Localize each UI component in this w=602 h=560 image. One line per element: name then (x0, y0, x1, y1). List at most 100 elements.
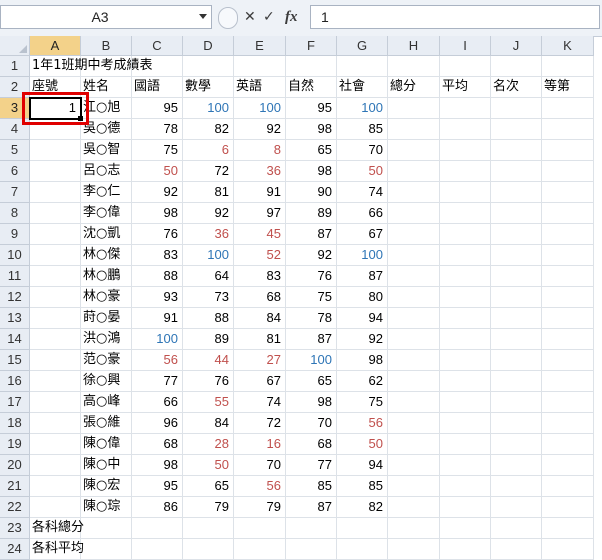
grid-cell[interactable] (286, 518, 337, 539)
grid-cell[interactable] (30, 497, 81, 518)
score-cell[interactable]: 64 (183, 266, 234, 287)
score-cell[interactable]: 100 (286, 350, 337, 371)
row-header-12[interactable]: 12 (0, 287, 30, 308)
score-cell[interactable]: 95 (132, 98, 183, 119)
student-name[interactable]: 張○維 (81, 413, 132, 434)
score-cell[interactable]: 92 (337, 329, 388, 350)
score-cell[interactable]: 50 (183, 455, 234, 476)
grid-cell[interactable] (491, 287, 542, 308)
grid-cell[interactable] (30, 329, 81, 350)
sheet-title[interactable]: 1年1班期中考成績表 (30, 56, 153, 77)
student-name[interactable]: 陳○琮 (81, 497, 132, 518)
score-cell[interactable]: 66 (132, 392, 183, 413)
grid-cell[interactable] (440, 287, 491, 308)
grid-cell[interactable] (542, 497, 594, 518)
grid-cell[interactable] (542, 371, 594, 392)
score-cell[interactable]: 84 (183, 413, 234, 434)
student-name[interactable]: 李○偉 (81, 203, 132, 224)
score-cell[interactable]: 84 (234, 308, 286, 329)
grid-cell[interactable] (542, 287, 594, 308)
score-cell[interactable]: 91 (234, 182, 286, 203)
student-name[interactable]: 徐○興 (81, 371, 132, 392)
column-header-k[interactable]: K (542, 36, 594, 56)
score-cell[interactable]: 74 (234, 392, 286, 413)
row-header-10[interactable]: 10 (0, 245, 30, 266)
score-cell[interactable]: 28 (183, 434, 234, 455)
grid-cell[interactable] (388, 203, 440, 224)
score-cell[interactable]: 98 (132, 203, 183, 224)
row-header-22[interactable]: 22 (0, 497, 30, 518)
grid-cell[interactable] (491, 413, 542, 434)
column-header-b[interactable]: B (81, 36, 132, 56)
student-name[interactable]: 李○仁 (81, 182, 132, 203)
score-cell[interactable]: 88 (132, 266, 183, 287)
row-header-9[interactable]: 9 (0, 224, 30, 245)
score-cell[interactable]: 82 (337, 497, 388, 518)
grid-cell[interactable] (388, 497, 440, 518)
score-cell[interactable]: 68 (132, 434, 183, 455)
grid-cell[interactable] (542, 518, 594, 539)
footer-total-label[interactable]: 各科總分 (30, 518, 84, 539)
student-name[interactable]: 陳○中 (81, 455, 132, 476)
grid-cell[interactable] (491, 392, 542, 413)
student-name[interactable]: 高○峰 (81, 392, 132, 413)
score-cell[interactable]: 75 (286, 287, 337, 308)
grid-cell[interactable] (542, 203, 594, 224)
grid-cell[interactable] (30, 287, 81, 308)
grid-cell[interactable] (132, 56, 183, 77)
score-cell[interactable]: 72 (234, 413, 286, 434)
score-cell[interactable]: 83 (132, 245, 183, 266)
grid-cell[interactable] (542, 56, 594, 77)
score-cell[interactable]: 87 (286, 497, 337, 518)
score-cell[interactable]: 36 (234, 161, 286, 182)
grid-cell[interactable] (491, 539, 542, 560)
column-heading[interactable]: 名次 (491, 77, 542, 98)
grid-cell[interactable] (491, 266, 542, 287)
grid-cell[interactable] (440, 350, 491, 371)
row-header-15[interactable]: 15 (0, 350, 30, 371)
score-cell[interactable]: 88 (183, 308, 234, 329)
grid-cell[interactable] (491, 140, 542, 161)
score-cell[interactable]: 94 (337, 308, 388, 329)
grid-cell[interactable] (81, 56, 132, 77)
grid-cell[interactable] (542, 98, 594, 119)
student-name[interactable]: 范○豪 (81, 350, 132, 371)
score-cell[interactable]: 82 (183, 119, 234, 140)
student-name[interactable]: 洪○鴻 (81, 329, 132, 350)
grid-cell[interactable] (132, 539, 183, 560)
score-cell[interactable]: 79 (234, 497, 286, 518)
column-heading[interactable]: 英語 (234, 77, 286, 98)
grid-cell[interactable] (440, 539, 491, 560)
score-cell[interactable]: 85 (337, 119, 388, 140)
score-cell[interactable]: 62 (337, 371, 388, 392)
score-cell[interactable]: 98 (286, 119, 337, 140)
score-cell[interactable]: 80 (337, 287, 388, 308)
grid-cell[interactable] (491, 119, 542, 140)
grid-cell[interactable] (440, 329, 491, 350)
score-cell[interactable]: 95 (132, 476, 183, 497)
student-name[interactable]: 呂○志 (81, 161, 132, 182)
column-header-a[interactable]: A (30, 36, 81, 56)
score-cell[interactable]: 70 (234, 455, 286, 476)
score-cell[interactable]: 92 (234, 119, 286, 140)
score-cell[interactable]: 66 (337, 203, 388, 224)
grid-cell[interactable] (440, 371, 491, 392)
grid-cell[interactable] (440, 203, 491, 224)
column-header-g[interactable]: G (337, 36, 388, 56)
grid-cell[interactable] (542, 539, 594, 560)
score-cell[interactable]: 76 (286, 266, 337, 287)
score-cell[interactable]: 56 (337, 413, 388, 434)
grid-cell[interactable] (491, 98, 542, 119)
grid-cell[interactable] (337, 518, 388, 539)
grid-cell[interactable] (440, 119, 491, 140)
grid-cell[interactable] (491, 182, 542, 203)
score-cell[interactable]: 65 (183, 476, 234, 497)
score-cell[interactable]: 93 (132, 287, 183, 308)
score-cell[interactable]: 92 (286, 245, 337, 266)
grid-cell[interactable] (286, 539, 337, 560)
grid-cell[interactable] (388, 518, 440, 539)
score-cell[interactable]: 97 (234, 203, 286, 224)
score-cell[interactable]: 75 (132, 140, 183, 161)
grid-cell[interactable] (542, 161, 594, 182)
score-cell[interactable]: 94 (337, 455, 388, 476)
